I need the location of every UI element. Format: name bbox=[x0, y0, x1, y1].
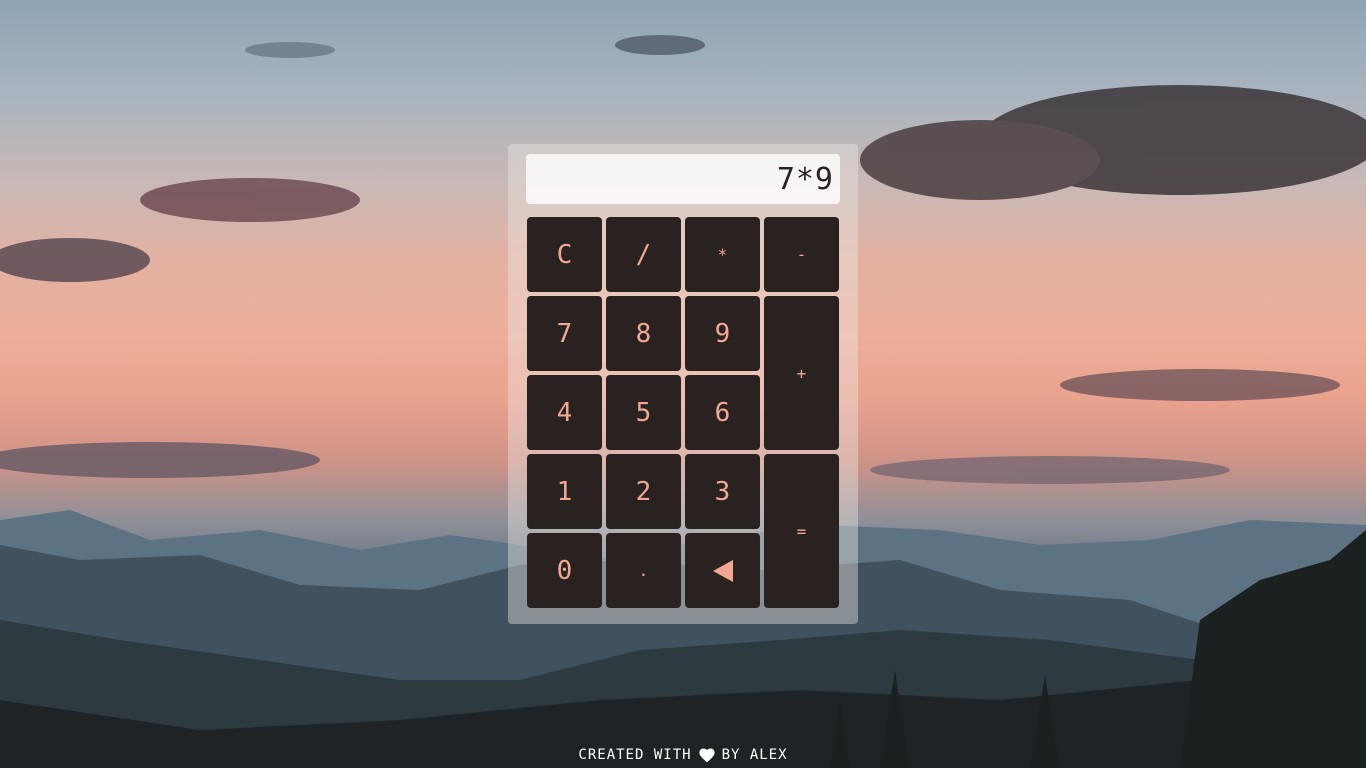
equals-button[interactable]: = bbox=[764, 454, 839, 608]
backspace-icon bbox=[712, 559, 733, 582]
one-button[interactable]: 1 bbox=[527, 454, 602, 529]
nine-button[interactable]: 9 bbox=[685, 296, 760, 371]
backspace-button[interactable] bbox=[685, 533, 760, 608]
clear-button[interactable]: C bbox=[527, 217, 602, 292]
footer-credit: CREATED WITH BY ALEX bbox=[0, 747, 1366, 763]
divide-button[interactable]: / bbox=[606, 217, 681, 292]
seven-button[interactable]: 7 bbox=[527, 296, 602, 371]
four-button[interactable]: 4 bbox=[527, 375, 602, 450]
minus-button[interactable]: - bbox=[764, 217, 839, 292]
five-button[interactable]: 5 bbox=[606, 375, 681, 450]
footer-suffix: BY ALEX bbox=[721, 747, 788, 763]
plus-button[interactable]: + bbox=[764, 296, 839, 450]
three-button[interactable]: 3 bbox=[685, 454, 760, 529]
six-button[interactable]: 6 bbox=[685, 375, 760, 450]
multiply-button[interactable]: * bbox=[685, 217, 760, 292]
two-button[interactable]: 2 bbox=[606, 454, 681, 529]
eight-button[interactable]: 8 bbox=[606, 296, 681, 371]
calculator-display: 7*9 bbox=[526, 154, 840, 204]
calculator-panel: 7*9 C / * - 7 8 9 + 4 5 6 1 2 3 = 0 . bbox=[508, 144, 858, 624]
display-value: 7*9 bbox=[776, 161, 834, 197]
decimal-button[interactable]: . bbox=[606, 533, 681, 608]
heart-icon bbox=[698, 748, 715, 763]
zero-button[interactable]: 0 bbox=[527, 533, 602, 608]
footer-prefix: CREATED WITH bbox=[578, 747, 692, 763]
